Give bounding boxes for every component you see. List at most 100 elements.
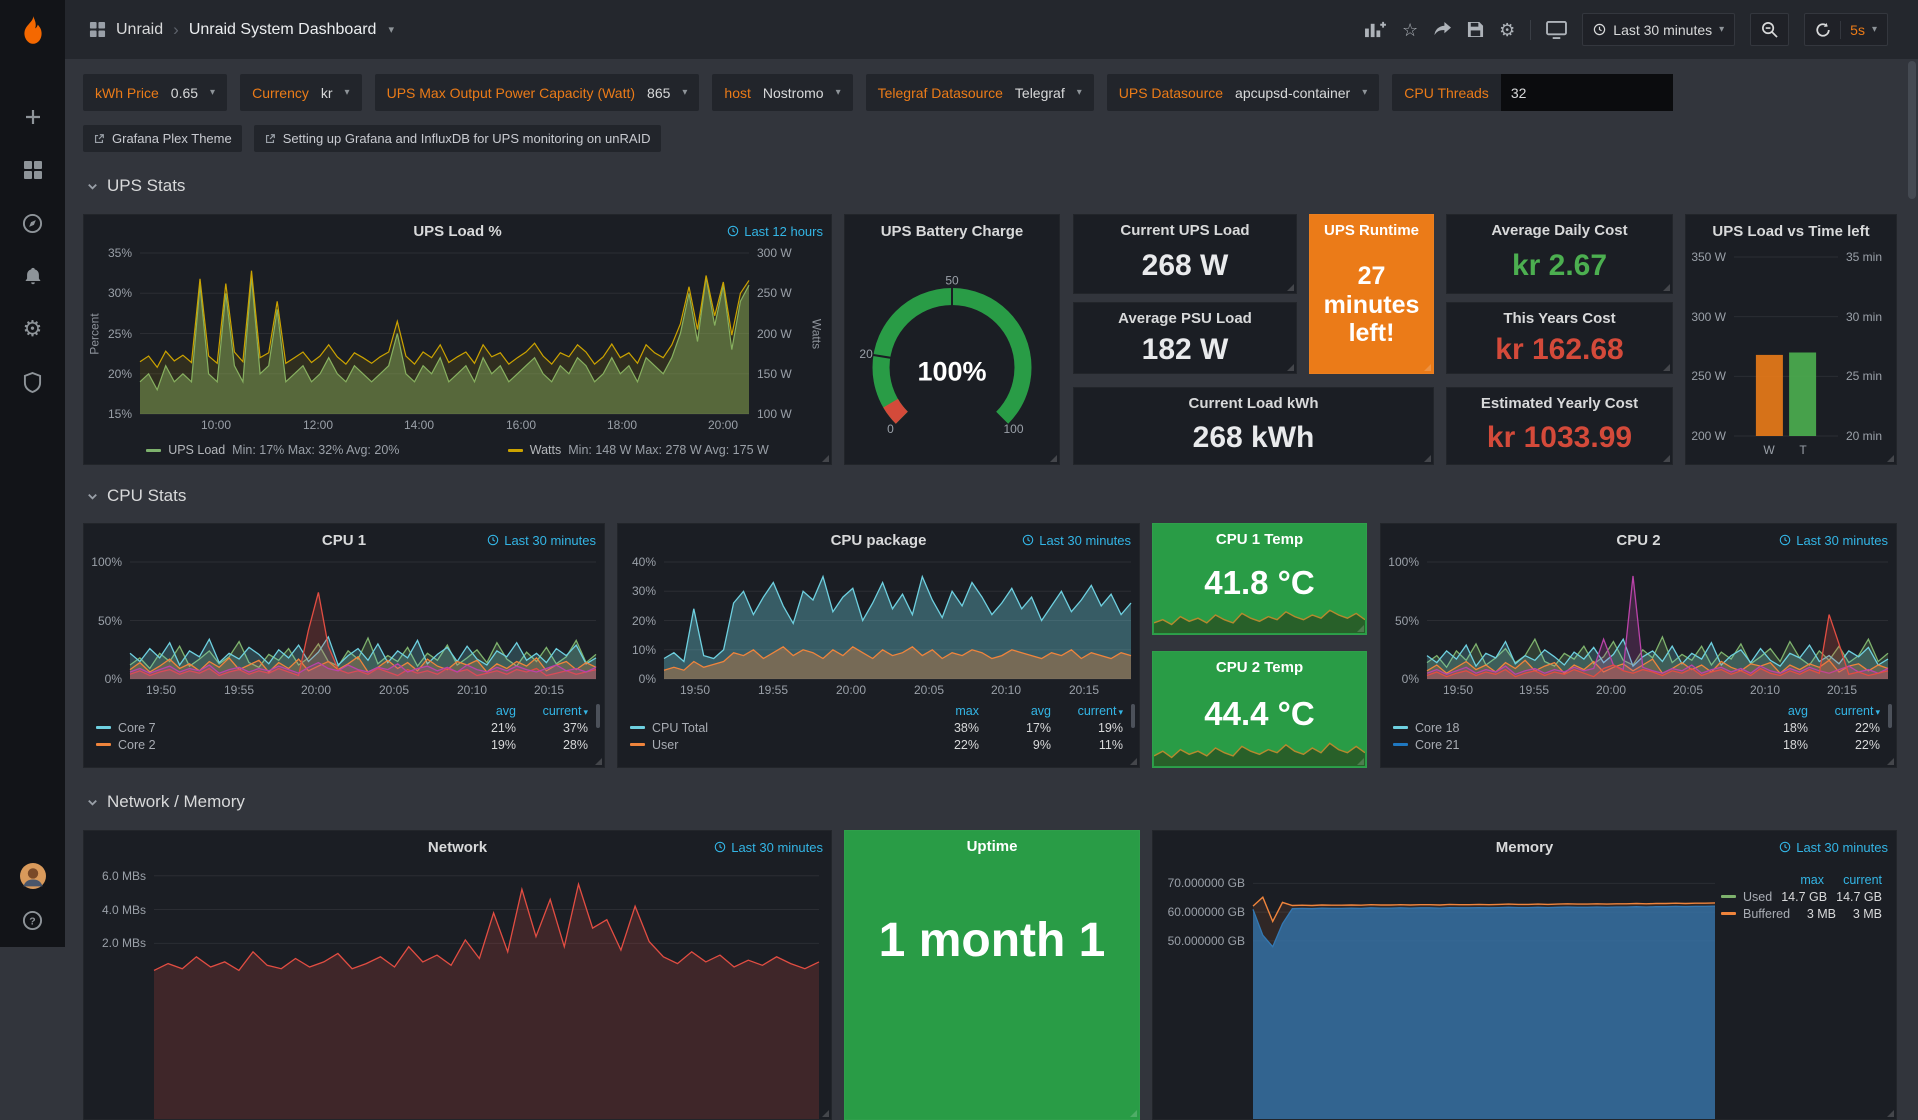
refresh-button[interactable]: 5s ▾ bbox=[1804, 13, 1888, 46]
panel-title[interactable]: Current Load kWh bbox=[1189, 395, 1319, 412]
cpu-threads-input[interactable] bbox=[1501, 74, 1673, 111]
dashboard-link-ups-guide[interactable]: Setting up Grafana and InfluxDB for UPS … bbox=[254, 125, 661, 152]
chevron-down-icon: ▾ bbox=[210, 87, 215, 98]
panel-title[interactable]: CPU 1 Temp bbox=[1216, 531, 1303, 548]
legend-header[interactable]: avg bbox=[979, 704, 1051, 718]
dashboard-grid-icon[interactable] bbox=[89, 21, 106, 38]
cpu1-chart[interactable]: 100%50%0%19:5019:5520:0020:0520:1020:15 bbox=[84, 556, 604, 699]
save-button[interactable] bbox=[1467, 21, 1484, 38]
variable-host[interactable]: hostNostromo▾ bbox=[712, 74, 852, 111]
xtick: 18:00 bbox=[592, 418, 652, 432]
axlab: Percent bbox=[88, 254, 104, 415]
panel-title[interactable]: Estimated Yearly Cost bbox=[1481, 395, 1638, 412]
panel-title[interactable]: Uptime bbox=[967, 838, 1018, 855]
series-dash bbox=[146, 449, 161, 452]
ups-load-chart[interactable]: 35%30%25%20%15%300 W250 W200 W150 W100 W… bbox=[84, 247, 831, 436]
server-admin-icon[interactable] bbox=[20, 369, 46, 395]
variable-telegraf-datasource[interactable]: Telegraf DatasourceTelegraf▾ bbox=[866, 74, 1094, 111]
panel-title[interactable]: CPU 1 bbox=[322, 532, 366, 549]
explore-icon[interactable] bbox=[20, 210, 46, 236]
ytick: 20 min bbox=[1846, 428, 1882, 444]
panel-title[interactable]: UPS Battery Charge bbox=[881, 223, 1024, 240]
panel-time-override: Last 30 minutes bbox=[487, 524, 596, 556]
legend-scrollbar[interactable] bbox=[596, 704, 600, 728]
add-panel-button[interactable] bbox=[1364, 20, 1387, 39]
variable-currency[interactable]: Currencykr▾ bbox=[240, 74, 362, 111]
legend-item[interactable]: UPS LoadMin: 17% Max: 32% Avg: 20% bbox=[146, 443, 399, 457]
legend-item[interactable]: WattsMin: 148 W Max: 278 W Avg: 175 W bbox=[508, 443, 769, 457]
refresh-interval[interactable]: 5s bbox=[1850, 22, 1865, 38]
legend-scrollbar[interactable] bbox=[1131, 704, 1135, 728]
xtick: 19:55 bbox=[209, 683, 269, 697]
zoom-out-button[interactable] bbox=[1750, 13, 1789, 46]
ytick: 100 W bbox=[757, 406, 792, 422]
create-icon[interactable] bbox=[20, 104, 46, 130]
cpu2-temp-sparkline bbox=[1154, 739, 1365, 766]
breadcrumb-folder[interactable]: Unraid bbox=[116, 21, 163, 39]
sort-caret-icon: ▾ bbox=[583, 707, 588, 717]
panel-title[interactable]: This Years Cost bbox=[1503, 310, 1615, 327]
panel-title[interactable]: CPU 2 bbox=[1616, 532, 1660, 549]
ytick: 20% bbox=[618, 613, 656, 629]
panel-ups-runtime: UPS Runtime 27 minutes left! bbox=[1309, 214, 1434, 374]
legend-header[interactable]: avg bbox=[444, 704, 516, 718]
panel-memory: Memory Last 30 minutes 70.000000 GB60.00… bbox=[1152, 830, 1897, 1120]
section-cpu-stats[interactable]: CPU Stats bbox=[86, 486, 186, 506]
cpu2-chart[interactable]: 100%50%0%19:5019:5520:0020:0520:1020:15 bbox=[1381, 556, 1896, 699]
cpu-package-chart[interactable]: 40%30%20%10%0%19:5019:5520:0020:0520:102… bbox=[618, 556, 1139, 699]
alerting-icon[interactable] bbox=[20, 263, 46, 289]
legend-header-sort[interactable]: current▾ bbox=[516, 704, 588, 718]
memory-chart[interactable]: 70.000000 GB60.000000 GB50.000000 GB bbox=[1153, 863, 1721, 1119]
variable-ups-max-power[interactable]: UPS Max Output Power Capacity (Watt)865▾ bbox=[375, 74, 700, 111]
panel-title[interactable]: Network bbox=[428, 839, 487, 856]
legend-scrollbar[interactable] bbox=[1888, 704, 1892, 728]
panel-time-override: Last 30 minutes bbox=[1779, 524, 1888, 556]
configuration-icon[interactable]: ⚙ bbox=[20, 316, 46, 342]
grafana-flame-icon bbox=[16, 14, 50, 48]
help-icon[interactable]: ? bbox=[20, 907, 46, 933]
dashboard-settings-button[interactable]: ⚙ bbox=[1499, 21, 1515, 39]
dashboards-icon[interactable] bbox=[20, 157, 46, 183]
dashboard-link-plex-theme[interactable]: Grafana Plex Theme bbox=[83, 125, 242, 152]
variable-kwh-price[interactable]: kWh Price0.65▾ bbox=[83, 74, 227, 111]
panel-title[interactable]: CPU package bbox=[831, 532, 927, 549]
tv-cycle-view-button[interactable] bbox=[1546, 21, 1567, 39]
network-chart[interactable]: 6.0 MBs4.0 MBs2.0 MBs bbox=[84, 863, 831, 1119]
ups-load-vs-time-chart[interactable]: 350 W300 W250 W200 W35 min30 min25 min20… bbox=[1686, 247, 1896, 464]
panel-title[interactable]: CPU 2 Temp bbox=[1216, 659, 1303, 676]
panel-title[interactable]: UPS Load % bbox=[413, 223, 501, 240]
clock-icon bbox=[1022, 534, 1034, 546]
ytick: 150 W bbox=[757, 366, 792, 382]
legend-header[interactable]: avg bbox=[1736, 704, 1808, 718]
breadcrumb-dashboard-title[interactable]: Unraid System Dashboard bbox=[189, 21, 377, 39]
star-button[interactable]: ☆ bbox=[1402, 21, 1418, 39]
chevron-down-icon[interactable]: ▾ bbox=[388, 23, 394, 36]
legend-header[interactable]: max bbox=[1766, 873, 1824, 887]
share-button[interactable] bbox=[1433, 21, 1452, 38]
panel-title[interactable]: UPS Runtime bbox=[1324, 222, 1419, 239]
page-scrollbar[interactable] bbox=[1908, 61, 1916, 199]
ups-battery-gauge[interactable]: 02050100100% bbox=[845, 247, 1059, 464]
grafana-logo[interactable] bbox=[0, 0, 65, 62]
xtick: 20:05 bbox=[899, 683, 959, 697]
legend-header[interactable]: current bbox=[1824, 873, 1882, 887]
panel-title[interactable]: Average PSU Load bbox=[1118, 310, 1252, 327]
variable-ups-datasource[interactable]: UPS Datasourceapcupsd-container▾ bbox=[1107, 74, 1380, 111]
sidebar: ⚙ ? bbox=[0, 0, 65, 947]
external-link-icon bbox=[264, 133, 276, 145]
panel-title[interactable]: Memory bbox=[1496, 839, 1554, 856]
time-range-picker[interactable]: Last 30 minutes ▾ bbox=[1582, 13, 1735, 46]
legend-header-sort[interactable]: current▾ bbox=[1808, 704, 1880, 718]
legend-header-sort[interactable]: current▾ bbox=[1051, 704, 1123, 718]
section-ups-stats[interactable]: UPS Stats bbox=[86, 176, 185, 196]
xtick: 20:15 bbox=[1812, 683, 1872, 697]
section-network-memory[interactable]: Network / Memory bbox=[86, 792, 245, 812]
panel-title[interactable]: Average Daily Cost bbox=[1491, 222, 1627, 239]
chevron-down-icon: ▾ bbox=[1872, 24, 1877, 35]
panel-title[interactable]: UPS Load vs Time left bbox=[1712, 223, 1869, 240]
panel-title[interactable]: Current UPS Load bbox=[1120, 222, 1249, 239]
user-avatar[interactable] bbox=[20, 863, 46, 889]
ytick: 300 W bbox=[1686, 309, 1726, 325]
legend-row: User22%9%11% bbox=[630, 736, 1123, 753]
legend-header[interactable]: max bbox=[907, 704, 979, 718]
